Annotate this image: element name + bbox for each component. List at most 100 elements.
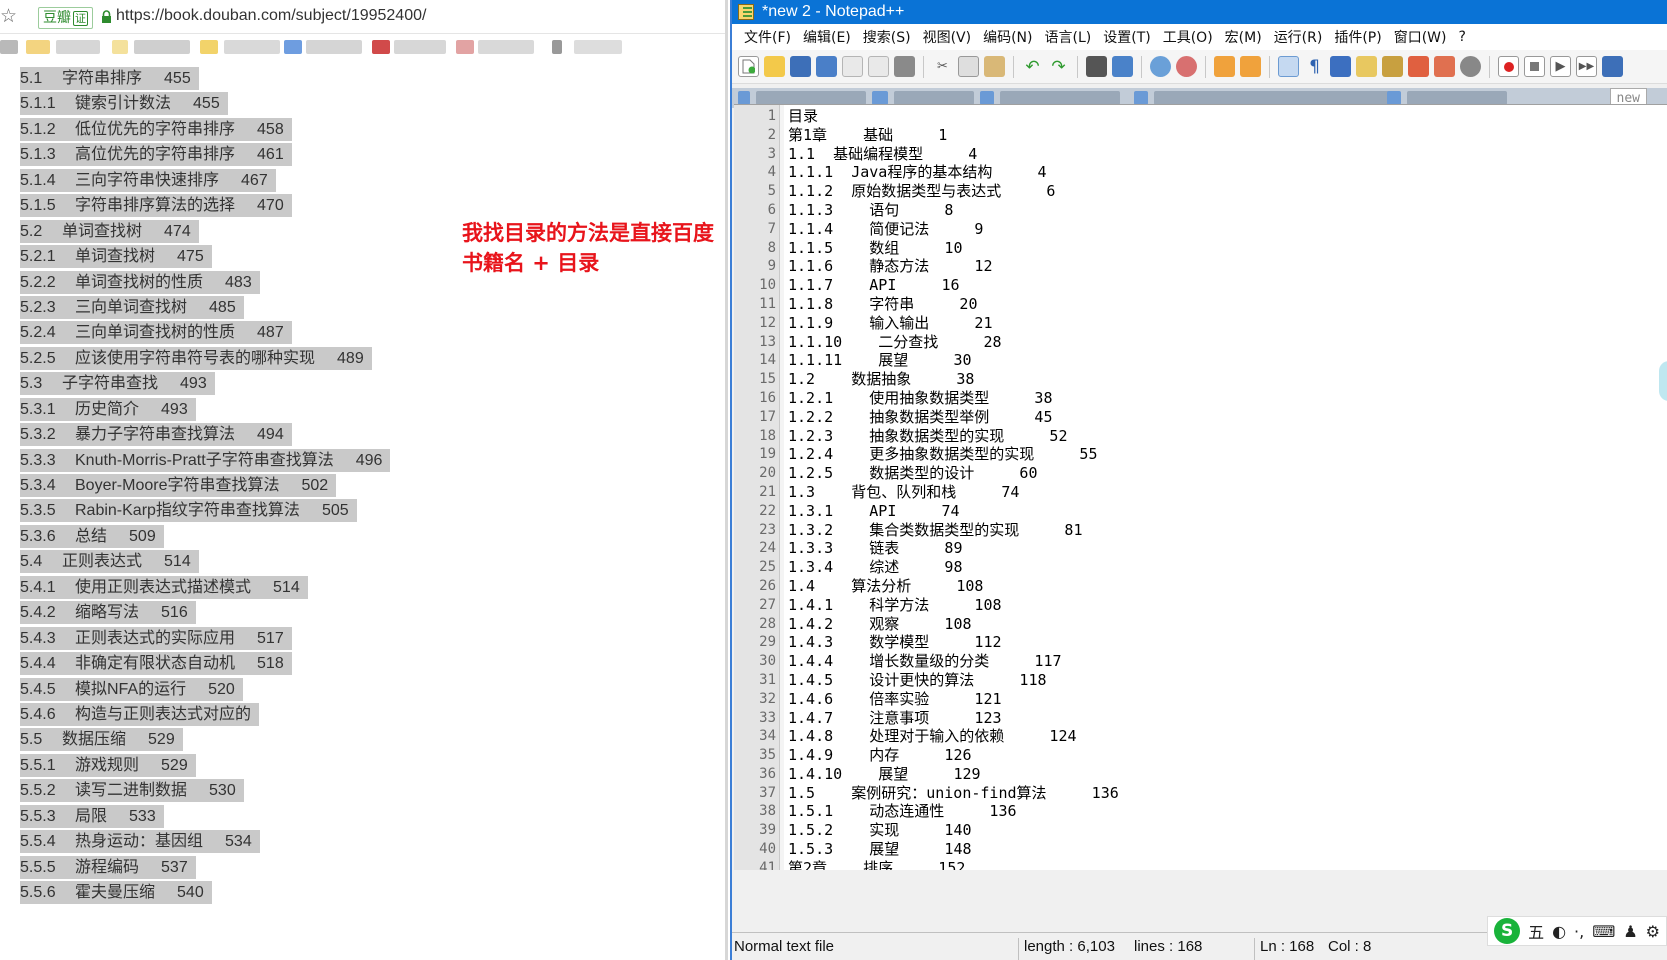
code-line[interactable]: 33 1.4.7 注意事项 123 (759, 709, 1119, 728)
site-badge[interactable]: 豆瓣证 (38, 7, 93, 29)
code-line[interactable]: 10 1.1.7 API 16 (759, 276, 1119, 295)
menu-item[interactable]: 视图(V) (917, 27, 978, 47)
ime-mode-indicator[interactable]: 五 (1528, 919, 1544, 943)
word-wrap-icon[interactable] (1278, 56, 1299, 77)
ime-toolbar[interactable]: S 五 ◐ ·, ⌨ ♟ ⚙ (1487, 916, 1667, 946)
code-line[interactable]: 3 1.1 基础编程模型 4 (768, 145, 1119, 164)
toc-item[interactable]: 5.4.4 非确定有限状态自动机 518 (20, 652, 292, 676)
editor-area[interactable]: 1 目录 2 第1章 基础 1 3 1.1 基础编程模型 4 4 1.1.1 Java程序的基… (734, 104, 1667, 870)
menu-item[interactable]: 插件(P) (1328, 27, 1387, 47)
toc-item[interactable]: 5.1.1 键索引计数法 455 (20, 92, 228, 116)
toc-item[interactable]: 5.3.1 历史简介 493 (20, 397, 196, 421)
toc-item[interactable]: 5.3.6 总结 509 (20, 524, 164, 548)
code-line[interactable]: 31 1.4.5 设计更快的算法 118 (759, 671, 1119, 690)
half-width-icon[interactable]: ◐ (1552, 922, 1566, 941)
open-file-icon[interactable] (764, 56, 785, 77)
code-line[interactable]: 6 1.1.3 语句 8 (768, 201, 1119, 220)
menu-item[interactable]: ? (1453, 29, 1472, 45)
toc-item[interactable]: 5.3.3 Knuth-Morris-Pratt子字符串查找算法 496 (20, 448, 391, 472)
settings-icon[interactable]: ⚙ (1646, 922, 1660, 941)
code-line[interactable]: 9 1.1.6 静态方法 12 (768, 257, 1119, 276)
code-line[interactable]: 16 1.2.1 使用抽象数据类型 38 (759, 389, 1119, 408)
code-line[interactable]: 18 1.2.3 抽象数据类型的实现 52 (759, 427, 1119, 446)
code-line[interactable]: 38 1.5.1 动态连通性 136 (759, 802, 1119, 821)
code-line[interactable]: 41 第2章 排序 152 (759, 859, 1119, 870)
code-line[interactable]: 28 1.4.2 观察 108 (759, 615, 1119, 634)
record-macro-icon[interactable] (1498, 56, 1519, 77)
code-text[interactable]: 1 目录 2 第1章 基础 1 3 1.1 基础编程模型 4 4 1.1.1 Java程序的基… (759, 107, 1119, 870)
toc-item[interactable]: 5.5.4 热身运动：基因组 534 (20, 830, 260, 854)
menu-item[interactable]: 工具(O) (1157, 27, 1219, 47)
code-line[interactable]: 20 1.2.5 数据类型的设计 60 (759, 464, 1119, 483)
save-macro-icon[interactable] (1602, 56, 1623, 77)
save-icon[interactable] (790, 56, 811, 77)
code-line[interactable]: 14 1.1.11 展望 30 (759, 351, 1119, 370)
toc-item[interactable]: 5.5.5 游程编码 537 (20, 855, 196, 879)
bookmark-star-icon[interactable]: ☆ (0, 5, 17, 27)
udl-icon[interactable] (1356, 56, 1377, 77)
code-line[interactable]: 36 1.4.10 展望 129 (759, 765, 1119, 784)
toc-item[interactable]: 5.2.2 单词查找树的性质 483 (20, 270, 260, 294)
toc-item[interactable]: 5.5.3 局限 533 (20, 804, 164, 828)
menu-item[interactable]: 宏(M) (1219, 27, 1268, 47)
code-line[interactable]: 23 1.3.2 集合类数据类型的实现 81 (759, 521, 1119, 540)
code-line[interactable]: 13 1.1.10 二分查找 28 (759, 333, 1119, 352)
toc-item[interactable]: 5.4 正则表达式 514 (20, 550, 199, 574)
code-line[interactable]: 22 1.3.1 API 74 (759, 502, 1119, 521)
code-line[interactable]: 11 1.1.8 字符串 20 (759, 295, 1119, 314)
toc-item[interactable]: 5.5 数据压缩 529 (20, 728, 183, 752)
folder-workspace-icon[interactable] (1434, 56, 1455, 77)
stop-record-icon[interactable] (1524, 56, 1545, 77)
code-line[interactable]: 29 1.4.3 数学模型 112 (759, 633, 1119, 652)
punctuation-icon[interactable]: ·, (1574, 922, 1584, 941)
new-file-icon[interactable] (738, 56, 759, 77)
toc-item[interactable]: 5.2.1 单词查找树 475 (20, 245, 212, 269)
menu-item[interactable]: 窗口(W) (1388, 27, 1453, 47)
code-line[interactable]: 24 1.3.3 链表 89 (759, 539, 1119, 558)
find-icon[interactable] (1086, 56, 1107, 77)
code-line[interactable]: 35 1.4.9 内存 126 (759, 746, 1119, 765)
toc-item[interactable]: 5.1 字符串排序 455 (20, 67, 199, 90)
code-line[interactable]: 30 1.4.4 增长数量级的分类 117 (759, 652, 1119, 671)
function-list-icon[interactable] (1408, 56, 1429, 77)
menu-item[interactable]: 搜索(S) (857, 27, 917, 47)
code-line[interactable]: 8 1.1.5 数组 10 (768, 239, 1119, 258)
code-line[interactable]: 37 1.5 案例研究：union-find算法 136 (759, 784, 1119, 803)
code-line[interactable]: 21 1.3 背包、队列和栈 74 (759, 483, 1119, 502)
toc-item[interactable]: 5.3 子字符串查找 493 (20, 372, 215, 396)
code-line[interactable]: 15 1.2 数据抽象 38 (759, 370, 1119, 389)
toc-item[interactable]: 5.2.5 应该使用字符串符号表的哪种实现 489 (20, 346, 372, 370)
redo-icon[interactable]: ↷ (1048, 56, 1069, 77)
toc-item[interactable]: 5.1.2 低位优先的字符串排序 458 (20, 117, 292, 141)
toc-item[interactable]: 5.1.5 字符串排序算法的选择 470 (20, 194, 292, 218)
replace-icon[interactable] (1112, 56, 1133, 77)
cut-icon[interactable]: ✂ (932, 56, 953, 77)
toc-item[interactable]: 5.4.6 构造与正则表达式对应的 (20, 702, 260, 726)
toc-item[interactable]: 5.5.2 读写二进制数据 530 (20, 779, 244, 803)
paste-icon[interactable] (984, 56, 1005, 77)
toc-item[interactable]: 5.5.6 霍夫曼压缩 540 (20, 881, 212, 904)
menu-item[interactable]: 运行(R) (1268, 27, 1329, 47)
monitoring-icon[interactable] (1460, 56, 1481, 77)
code-line[interactable]: 1 目录 (768, 107, 1119, 126)
copy-icon[interactable] (958, 56, 979, 77)
print-icon[interactable] (894, 56, 915, 77)
toc-item[interactable]: 5.4.1 使用正则表达式描述模式 514 (20, 575, 308, 599)
show-all-chars-icon[interactable]: ¶ (1304, 56, 1325, 77)
toc-item[interactable]: 5.3.4 Boyer-Moore字符串查找算法 502 (20, 474, 337, 497)
floating-scroll-handle[interactable] (1659, 361, 1667, 401)
code-line[interactable]: 17 1.2.2 抽象数据类型举例 45 (759, 408, 1119, 427)
indent-guide-icon[interactable] (1330, 56, 1351, 77)
playback-icon[interactable]: ▶ (1550, 56, 1571, 77)
code-line[interactable]: 32 1.4.6 倍率实验 121 (759, 690, 1119, 709)
code-line[interactable]: 5 1.1.2 原始数据类型与表达式 6 (768, 182, 1119, 201)
keyboard-icon[interactable]: ⌨ (1592, 922, 1615, 941)
code-line[interactable]: 2 第1章 基础 1 (768, 126, 1119, 145)
address-bar[interactable]: ☆ 豆瓣证 https://book.douban.com/subject/19… (0, 0, 728, 34)
run-macro-multiple-icon[interactable]: ▶▶ (1576, 56, 1597, 77)
code-line[interactable]: 7 1.1.4 简便记法 9 (768, 220, 1119, 239)
code-line[interactable]: 40 1.5.3 展望 148 (759, 840, 1119, 859)
code-line[interactable]: 4 1.1.1 Java程序的基本结构 4 (768, 163, 1119, 182)
toc-item[interactable]: 5.4.5 模拟NFA的运行 520 (20, 677, 243, 701)
code-line[interactable]: 19 1.2.4 更多抽象数据类型的实现 55 (759, 445, 1119, 464)
